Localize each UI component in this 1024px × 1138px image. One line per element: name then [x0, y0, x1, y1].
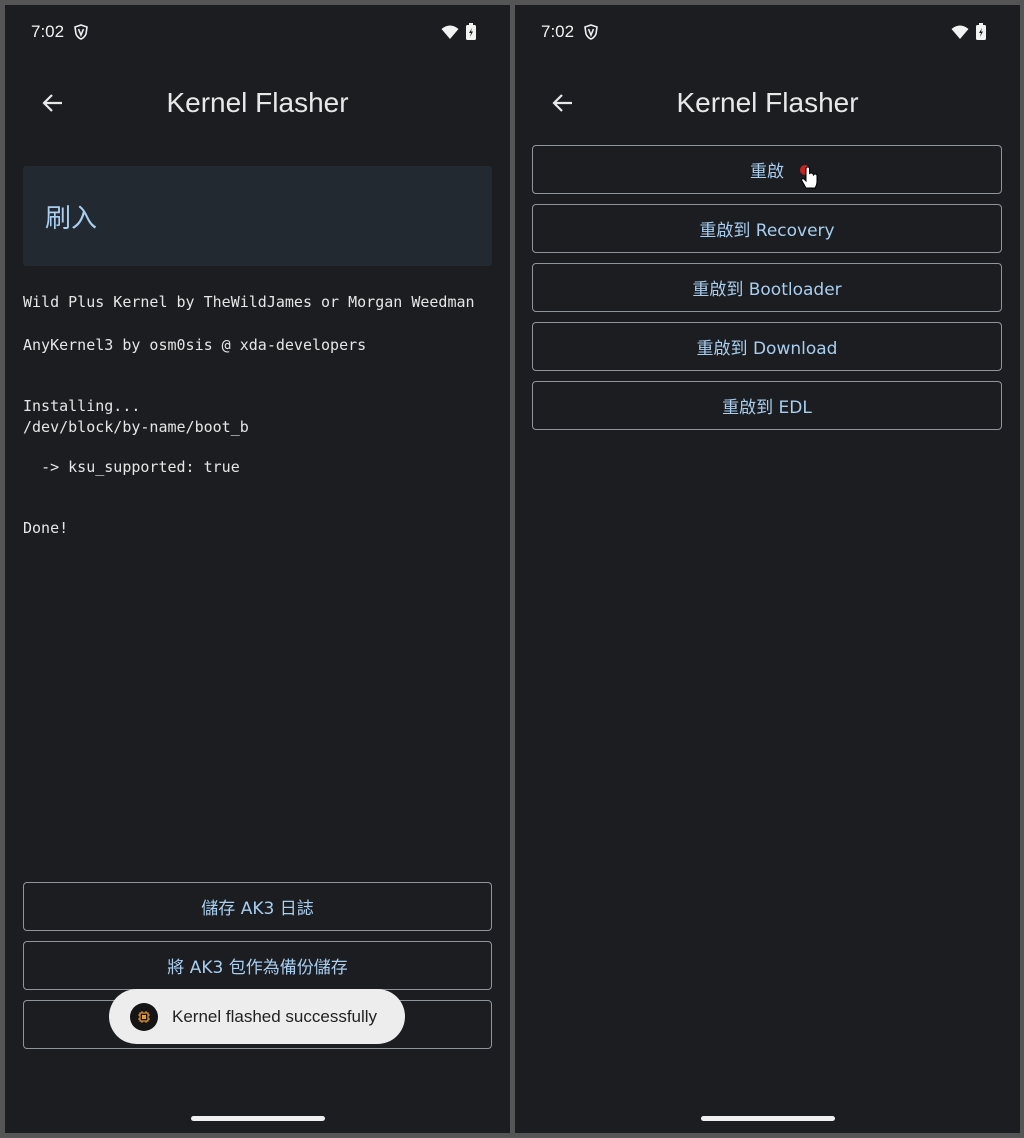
- toast-message: Kernel flashed successfully: [172, 1006, 378, 1026]
- home-indicator[interactable]: [701, 1116, 835, 1121]
- card-title: 刷入: [45, 204, 98, 234]
- reboot-button[interactable]: 重啟: [532, 145, 1002, 194]
- app-title: Kernel Flasher: [166, 87, 349, 118]
- left-screen: 7:02 Kernel Flasher 刷入 Wild Plus Kernel …: [5, 5, 510, 1133]
- log-line: AnyKernel3 by osm0sis @ xda-developers: [23, 336, 367, 354]
- home-indicator[interactable]: [191, 1116, 325, 1121]
- reboot-edl-button[interactable]: 重啟到 EDL: [532, 381, 1002, 430]
- device-frame: 7:02 Kernel Flasher 刷入 Wild Plus Kernel …: [0, 0, 1024, 1138]
- battery-icon: [976, 23, 986, 40]
- status-time: 7:02: [541, 22, 575, 41]
- vpn-shield-icon: [74, 24, 88, 40]
- app-bar: Kernel Flasher: [5, 75, 510, 135]
- log-line: -> ksu_supported: true: [23, 458, 240, 476]
- backup-ak3-button[interactable]: 將 AK3 包作為備份儲存: [23, 941, 492, 990]
- app-chip-icon: [130, 1002, 158, 1031]
- wifi-icon: [951, 25, 969, 39]
- battery-icon: [466, 23, 476, 40]
- log-line: Wild Plus Kernel by TheWildJames or Morg…: [23, 293, 475, 311]
- reboot-recovery-button[interactable]: 重啟到 Recovery: [532, 204, 1002, 253]
- hand-cursor-icon: [800, 165, 818, 189]
- log-line: Done!: [23, 519, 69, 537]
- log-line: Installing... /dev/block/by-name/boot_b: [23, 397, 249, 436]
- reboot-download-button[interactable]: 重啟到 Download: [532, 322, 1002, 371]
- flash-card: 刷入: [23, 166, 492, 266]
- right-screen: 7:02 Kernel Flasher 重啟 重啟到 Recovery 重啟到 …: [515, 5, 1020, 1133]
- flash-log: Wild Plus Kernel by TheWildJames or Morg…: [23, 292, 493, 539]
- toast: Kernel flashed successfully: [109, 989, 405, 1044]
- wifi-icon: [441, 25, 459, 39]
- status-bar: 7:02: [515, 5, 1020, 61]
- reboot-bootloader-button[interactable]: 重啟到 Bootloader: [532, 263, 1002, 312]
- app-title: Kernel Flasher: [676, 87, 859, 118]
- status-time: 7:02: [31, 22, 65, 41]
- vpn-shield-icon: [584, 24, 598, 40]
- save-ak3-log-button[interactable]: 儲存 AK3 日誌: [23, 882, 492, 931]
- status-bar: 7:02: [5, 5, 510, 61]
- app-bar: Kernel Flasher: [515, 75, 1020, 135]
